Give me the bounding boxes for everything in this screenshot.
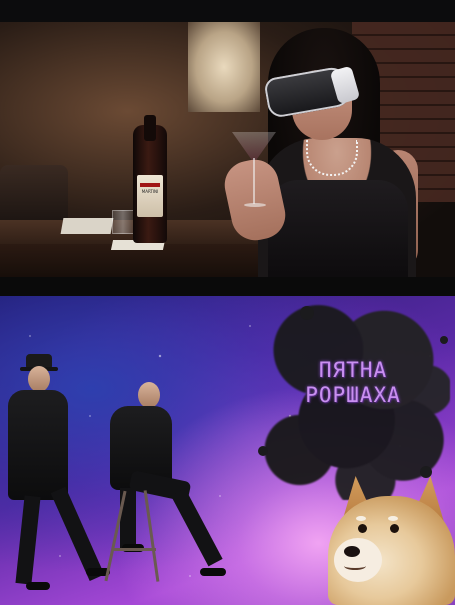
doge-eye xyxy=(390,524,399,533)
panel-divider xyxy=(0,277,455,296)
martini-glass-foot xyxy=(244,203,266,207)
ink-splatter xyxy=(300,306,314,320)
stool-rung xyxy=(112,548,156,551)
martini-bottle-label: MARTINI xyxy=(137,175,163,217)
seated-man xyxy=(100,380,240,600)
ink-splatter xyxy=(258,446,268,456)
bar-chair xyxy=(0,165,68,225)
stool-leg xyxy=(143,490,160,582)
menu-booklet xyxy=(60,218,114,234)
doge-brow xyxy=(388,516,398,521)
man-left-leg xyxy=(15,495,41,585)
man-black-coat xyxy=(8,390,68,500)
seated-man-leg xyxy=(170,488,223,567)
shot-glass xyxy=(112,210,134,234)
man-in-hat xyxy=(4,350,110,600)
window-light xyxy=(188,22,260,112)
woman-black-dress xyxy=(268,180,408,280)
ink-splatter xyxy=(440,336,448,344)
doge-nose xyxy=(344,546,360,557)
doge-icon xyxy=(328,476,455,605)
man-right-leg xyxy=(50,486,105,581)
seated-man-head xyxy=(138,382,160,408)
martini-glass-stem xyxy=(253,158,255,204)
seated-man-shoe xyxy=(200,568,226,576)
man-shoe xyxy=(26,582,50,590)
title-line-1: ПЯТНА xyxy=(318,358,388,382)
bottle-label-text: MARTINI xyxy=(141,189,159,194)
rorschach-title: ПЯТНА РОРШАХА xyxy=(278,358,428,408)
top-black-strip xyxy=(0,0,455,22)
doge-eye xyxy=(358,524,367,533)
doge-mouth xyxy=(344,562,366,570)
title-line-2: РОРШАХА xyxy=(305,383,401,407)
doge-brow xyxy=(356,516,366,521)
bottom-panel-space-meme: ПЯТНА РОРШАХА xyxy=(0,296,455,605)
man-head xyxy=(28,366,50,392)
top-panel-bar-scene: MARTINI xyxy=(0,0,455,296)
doge-snout xyxy=(334,538,382,582)
